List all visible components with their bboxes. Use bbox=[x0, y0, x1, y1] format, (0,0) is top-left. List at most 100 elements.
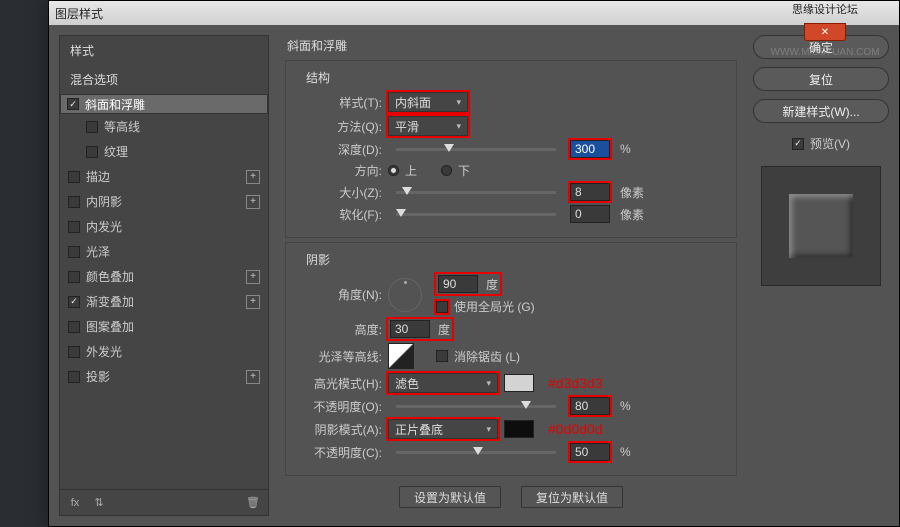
effect-checkbox[interactable] bbox=[68, 171, 80, 183]
effect-label: 外发光 bbox=[86, 343, 122, 360]
depth-label: 深度(D): bbox=[296, 141, 382, 158]
effect-checkbox[interactable] bbox=[68, 296, 80, 308]
effect-label: 内发光 bbox=[86, 218, 122, 235]
add-instance-icon[interactable]: + bbox=[246, 170, 260, 184]
layer-style-dialog: 图层样式 思缘设计论坛 ✕ WWW.MISSYUAN.COM 样式 混合选项 斜… bbox=[48, 0, 900, 527]
effect-label: 渐变叠加 bbox=[86, 293, 134, 310]
preview-label: 预览(V) bbox=[810, 135, 850, 152]
highlight-color-swatch[interactable] bbox=[504, 374, 534, 392]
arrows-icon[interactable]: ⇅ bbox=[92, 496, 106, 510]
bevel-preview-icon bbox=[789, 194, 853, 258]
effect-row-11[interactable]: 投影 + bbox=[60, 364, 268, 389]
effect-checkbox[interactable] bbox=[68, 346, 80, 358]
effect-row-5[interactable]: 内发光 bbox=[60, 214, 268, 239]
effect-label: 颜色叠加 bbox=[86, 268, 134, 285]
effect-row-9[interactable]: 图案叠加 bbox=[60, 314, 268, 339]
effect-checkbox[interactable] bbox=[68, 371, 80, 383]
effect-checkbox[interactable] bbox=[68, 196, 80, 208]
preview-thumbnail bbox=[761, 166, 881, 286]
new-style-button[interactable]: 新建样式(W)... bbox=[753, 99, 889, 123]
size-input[interactable]: 8 bbox=[570, 183, 610, 201]
shadow-hex: #0d0d0d bbox=[548, 421, 603, 437]
shadow-mode-label: 阴影模式(A): bbox=[296, 421, 382, 438]
make-default-button[interactable]: 设置为默认值 bbox=[399, 486, 501, 508]
dialog-buttons: 确定 复位 新建样式(W)... 预览(V) bbox=[753, 35, 889, 516]
effect-row-1[interactable]: 等高线 bbox=[60, 114, 268, 139]
structure-legend: 结构 bbox=[306, 69, 726, 86]
technique-select[interactable]: 平滑▾ bbox=[388, 116, 468, 136]
angle-input[interactable]: 90 bbox=[438, 275, 478, 293]
styles-header[interactable]: 样式 bbox=[60, 36, 268, 65]
size-slider[interactable] bbox=[396, 191, 556, 194]
reset-default-button[interactable]: 复位为默认值 bbox=[521, 486, 623, 508]
chevron-down-icon: ▾ bbox=[486, 378, 491, 389]
effect-row-7[interactable]: 颜色叠加 + bbox=[60, 264, 268, 289]
panel-title: 斜面和浮雕 bbox=[287, 37, 741, 54]
effects-footer: fx ⇅ 🗑 bbox=[60, 489, 268, 515]
effect-checkbox[interactable] bbox=[86, 121, 98, 133]
highlight-opacity-input[interactable]: 80 bbox=[570, 397, 610, 415]
direction-down-radio[interactable] bbox=[441, 165, 452, 176]
effect-label: 图案叠加 bbox=[86, 318, 134, 335]
fx-icon[interactable]: fx bbox=[68, 496, 82, 510]
effect-row-3[interactable]: 描边 + bbox=[60, 164, 268, 189]
angle-dial[interactable] bbox=[388, 278, 422, 312]
trash-icon[interactable]: 🗑 bbox=[246, 496, 260, 510]
technique-label: 方法(Q): bbox=[296, 118, 382, 135]
effects-list: 样式 混合选项 斜面和浮雕等高线纹理描边+内阴影+内发光光泽颜色叠加+渐变叠加+… bbox=[59, 35, 269, 516]
soften-input[interactable]: 0 bbox=[570, 205, 610, 223]
effect-row-8[interactable]: 渐变叠加 + bbox=[60, 289, 268, 314]
shadow-opacity-label: 不透明度(C): bbox=[296, 444, 382, 461]
effect-checkbox[interactable] bbox=[67, 98, 79, 110]
highlight-mode-label: 高光模式(H): bbox=[296, 375, 382, 392]
shadow-opacity-input[interactable]: 50 bbox=[570, 443, 610, 461]
depth-slider[interactable] bbox=[396, 148, 556, 151]
style-select[interactable]: 内斜面▾ bbox=[388, 92, 468, 112]
add-instance-icon[interactable]: + bbox=[246, 195, 260, 209]
shadow-mode-select[interactable]: 正片叠底▾ bbox=[388, 419, 498, 439]
soften-slider[interactable] bbox=[396, 213, 556, 216]
add-instance-icon[interactable]: + bbox=[246, 270, 260, 284]
angle-label: 角度(N): bbox=[296, 286, 382, 303]
effect-checkbox[interactable] bbox=[68, 271, 80, 283]
add-instance-icon[interactable]: + bbox=[246, 295, 260, 309]
direction-label: 方向: bbox=[296, 162, 382, 179]
effect-row-2[interactable]: 纹理 bbox=[60, 139, 268, 164]
global-light-label: 使用全局光 (G) bbox=[454, 298, 535, 315]
antialias-checkbox[interactable] bbox=[436, 350, 448, 362]
gloss-contour[interactable] bbox=[388, 343, 414, 369]
altitude-input[interactable]: 30 bbox=[390, 320, 430, 338]
effect-label: 光泽 bbox=[86, 243, 110, 260]
depth-input[interactable]: 300 bbox=[570, 140, 610, 158]
blend-options-header[interactable]: 混合选项 bbox=[60, 65, 268, 94]
effect-label: 投影 bbox=[86, 368, 110, 385]
highlight-opacity-label: 不透明度(O): bbox=[296, 398, 382, 415]
titlebar[interactable]: 图层样式 思缘设计论坛 ✕ WWW.MISSYUAN.COM bbox=[49, 1, 899, 25]
effect-row-0[interactable]: 斜面和浮雕 bbox=[60, 94, 268, 114]
close-button[interactable]: ✕ bbox=[804, 23, 846, 41]
size-label: 大小(Z): bbox=[296, 184, 382, 201]
shading-legend: 阴影 bbox=[306, 251, 726, 268]
shadow-color-swatch[interactable] bbox=[504, 420, 534, 438]
effect-checkbox[interactable] bbox=[86, 146, 98, 158]
effect-checkbox[interactable] bbox=[68, 246, 80, 258]
direction-up-radio[interactable] bbox=[388, 165, 399, 176]
settings-panel: 斜面和浮雕 结构 样式(T): 内斜面▾ 方法(Q): 平滑▾ 深度(D): bbox=[281, 35, 741, 516]
effect-checkbox[interactable] bbox=[68, 221, 80, 233]
highlight-opacity-slider[interactable] bbox=[396, 405, 556, 408]
global-light-checkbox[interactable] bbox=[436, 301, 448, 313]
add-instance-icon[interactable]: + bbox=[246, 370, 260, 384]
forum-label: 思缘设计论坛 bbox=[792, 1, 858, 17]
effect-row-4[interactable]: 内阴影+ bbox=[60, 189, 268, 214]
preview-checkbox[interactable] bbox=[792, 138, 804, 150]
highlight-mode-select[interactable]: 滤色▾ bbox=[388, 373, 498, 393]
effect-label: 纹理 bbox=[104, 143, 128, 160]
effect-row-6[interactable]: 光泽 bbox=[60, 239, 268, 264]
effect-label: 斜面和浮雕 bbox=[85, 96, 145, 113]
effect-row-10[interactable]: 外发光 bbox=[60, 339, 268, 364]
chevron-down-icon: ▾ bbox=[456, 121, 461, 132]
cancel-button[interactable]: 复位 bbox=[753, 67, 889, 91]
shadow-opacity-slider[interactable] bbox=[396, 451, 556, 454]
effect-label: 描边 bbox=[86, 168, 110, 185]
effect-checkbox[interactable] bbox=[68, 321, 80, 333]
